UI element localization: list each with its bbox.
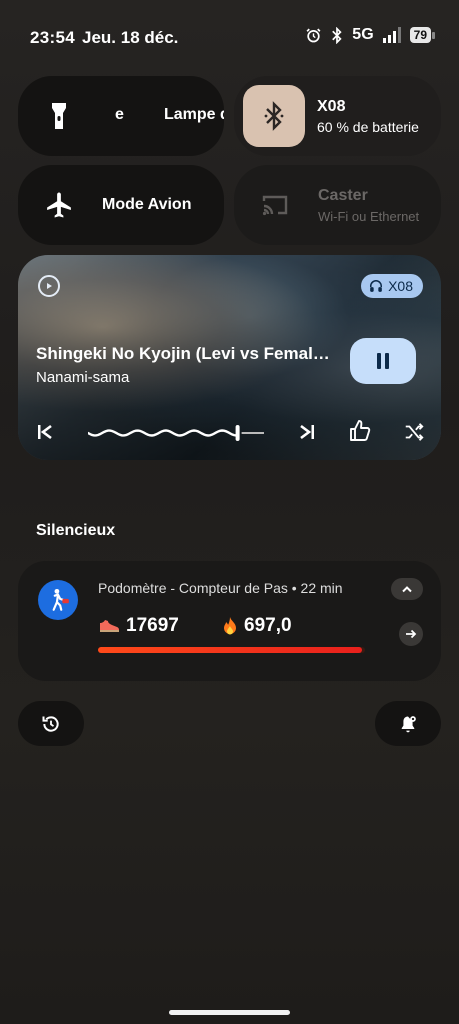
notification-history-button[interactable] — [18, 701, 84, 746]
shuffle-button[interactable] — [403, 421, 425, 443]
status-time: 23:54 — [30, 28, 75, 47]
signal-icon — [382, 27, 401, 43]
airplane-mode-label: Mode Avion — [102, 196, 192, 213]
headphones-icon — [370, 280, 383, 292]
alarm-icon — [306, 28, 321, 42]
notification-header: Podomètre - Compteur de Pas • 22 min — [98, 580, 343, 596]
output-device-name: X08 — [388, 278, 413, 294]
calorie-count: 697,0 — [222, 615, 292, 637]
status-icons: 5G 79 — [305, 26, 436, 44]
step-progress-bar — [98, 647, 365, 653]
airplane-mode-tile[interactable]: Mode Avion — [18, 165, 224, 245]
pedometer-app-icon — [38, 580, 78, 620]
next-track-button[interactable] — [298, 423, 316, 441]
arrow-right-icon — [406, 629, 417, 639]
bluetooth-status-icon — [332, 26, 342, 44]
flashlight-label: Lampe de poche — [164, 106, 224, 123]
bluetooth-battery: 60 % de batterie — [317, 118, 419, 135]
seek-remaining-track — [241, 432, 264, 434]
output-device-chip[interactable]: X08 — [361, 274, 423, 298]
cast-subtitle: Wi-Fi ou Ethernet — [318, 208, 420, 224]
calorie-value: 697,0 — [244, 615, 292, 636]
seek-bar[interactable] — [88, 421, 264, 445]
flashlight-tile[interactable]: e Lampe de poche — [18, 76, 224, 156]
history-icon — [42, 715, 59, 732]
home-indicator[interactable] — [169, 1010, 290, 1015]
seek-progress-wave — [88, 429, 238, 437]
battery-indicator: 79 — [409, 27, 436, 43]
shoe-icon — [100, 620, 119, 632]
airplane-icon — [28, 174, 90, 236]
pause-button[interactable] — [350, 338, 416, 384]
bluetooth-icon — [243, 85, 305, 147]
flashlight-icon — [28, 85, 90, 147]
pause-icon — [377, 353, 389, 369]
step-progress-fill — [98, 647, 363, 653]
song-title: Shingeki No Kyojin (Levi vs Female Titan… — [36, 344, 336, 363]
seek-thumb[interactable] — [235, 425, 240, 441]
notification-settings-button[interactable] — [375, 701, 441, 746]
cast-label: Caster — [318, 186, 368, 204]
flashlight-label-fragment: e — [115, 106, 124, 123]
status-date: Jeu. 18 déc. — [82, 28, 179, 47]
fire-icon — [224, 617, 236, 635]
pedometer-notification[interactable]: Podomètre - Compteur de Pas • 22 min 176… — [18, 561, 441, 681]
network-type: 5G — [352, 26, 374, 43]
bluetooth-device-name: X08 — [317, 97, 346, 115]
open-notification-button[interactable] — [399, 622, 423, 646]
silent-section-label: Silencieux — [36, 522, 116, 539]
status-bar: 23:54 Jeu. 18 déc. 5G 79 — [0, 0, 459, 76]
step-count: 17697 — [98, 615, 179, 637]
expand-notification-button[interactable] — [391, 578, 423, 600]
notification-settings-icon — [401, 715, 416, 732]
previous-track-button[interactable] — [36, 423, 54, 441]
media-app-icon — [38, 275, 60, 297]
step-count-value: 17697 — [126, 615, 179, 636]
media-player-card[interactable]: X08 Shingeki No Kyojin (Levi vs Female T… — [18, 255, 441, 460]
like-button[interactable] — [348, 419, 372, 443]
cast-tile[interactable]: Caster Wi-Fi ou Ethernet — [234, 165, 441, 245]
bluetooth-tile[interactable]: X08 60 % de batterie — [234, 76, 441, 156]
song-artist: Nanami-sama — [36, 369, 130, 386]
chevron-up-icon — [402, 586, 412, 593]
cast-icon — [244, 174, 306, 236]
